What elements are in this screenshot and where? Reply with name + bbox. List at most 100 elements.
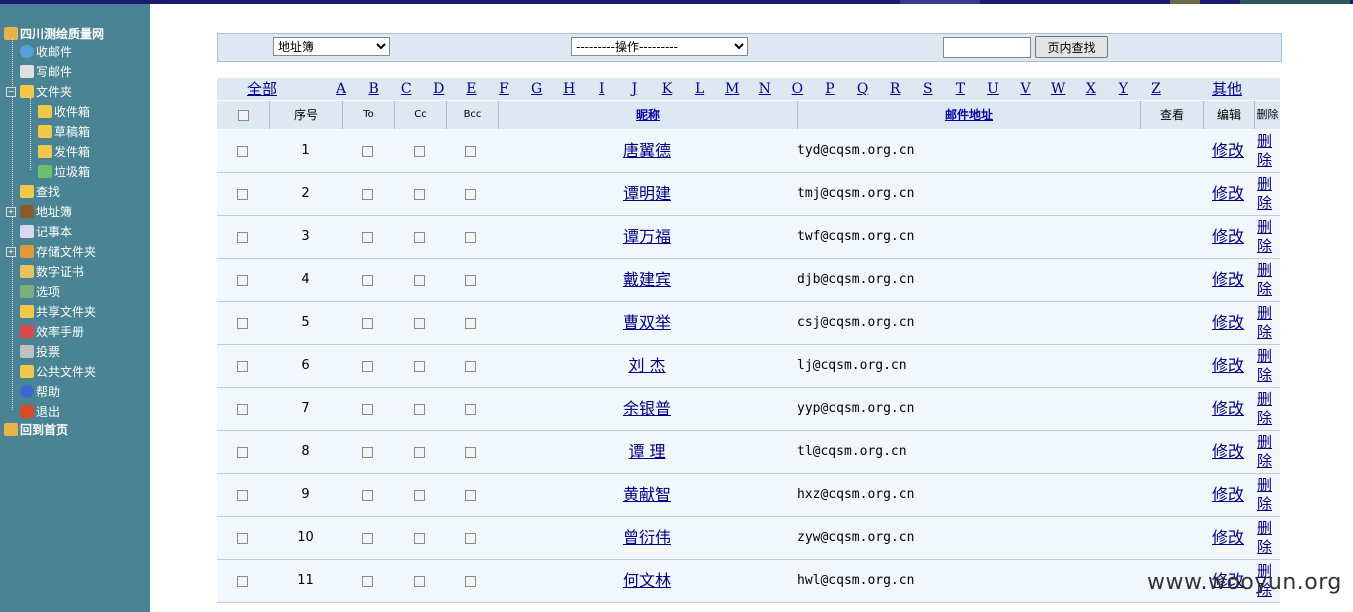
addressbook-select[interactable]: 地址簿 bbox=[273, 37, 390, 56]
edit-link[interactable]: 修改 bbox=[1212, 227, 1244, 246]
to-checkbox[interactable] bbox=[362, 232, 373, 243]
bcc-checkbox[interactable] bbox=[465, 146, 476, 157]
nickname-link[interactable]: 曾衍伟 bbox=[623, 528, 671, 547]
bcc-checkbox[interactable] bbox=[465, 533, 476, 544]
nickname-link[interactable]: 刘 杰 bbox=[628, 356, 665, 375]
to-checkbox[interactable] bbox=[362, 447, 373, 458]
letter-filter-n[interactable]: N bbox=[757, 78, 773, 100]
row-select-checkbox[interactable] bbox=[237, 146, 248, 157]
cc-checkbox[interactable] bbox=[414, 490, 425, 501]
sidebar-item-7[interactable]: 垃圾箱 bbox=[38, 162, 90, 182]
sidebar-item-17[interactable]: 公共文件夹 bbox=[20, 362, 96, 382]
edit-link[interactable]: 修改 bbox=[1212, 485, 1244, 504]
delete-link[interactable]: 删 除 bbox=[1257, 304, 1272, 341]
sidebar-item-11[interactable]: 存储文件夹 + bbox=[6, 242, 96, 262]
bcc-checkbox[interactable] bbox=[465, 361, 476, 372]
to-checkbox[interactable] bbox=[362, 404, 373, 415]
to-checkbox[interactable] bbox=[362, 146, 373, 157]
row-select-checkbox[interactable] bbox=[237, 318, 248, 329]
site-title[interactable]: 四川测绘质量网 bbox=[4, 24, 104, 44]
cc-checkbox[interactable] bbox=[414, 361, 425, 372]
letter-filter-u[interactable]: U bbox=[985, 78, 1001, 100]
cc-checkbox[interactable] bbox=[414, 404, 425, 415]
letter-filter-z[interactable]: Z bbox=[1148, 78, 1164, 100]
delete-link[interactable]: 删 除 bbox=[1257, 519, 1272, 556]
letter-filter-r[interactable]: R bbox=[887, 78, 903, 100]
letter-filter-i[interactable]: I bbox=[594, 78, 610, 100]
sidebar-item-18[interactable]: 帮助 bbox=[20, 382, 60, 402]
letter-filter-t[interactable]: T bbox=[952, 78, 968, 100]
edit-link[interactable]: 修改 bbox=[1212, 141, 1244, 160]
to-checkbox[interactable] bbox=[362, 576, 373, 587]
letter-filter-b[interactable]: B bbox=[366, 78, 382, 100]
sidebar-item-15[interactable]: 效率手册 bbox=[20, 322, 84, 342]
row-select-checkbox[interactable] bbox=[237, 447, 248, 458]
delete-link[interactable]: 删 除 bbox=[1257, 433, 1272, 470]
edit-link[interactable]: 修改 bbox=[1212, 528, 1244, 547]
letter-filter-w[interactable]: W bbox=[1050, 78, 1066, 100]
letter-filter-a[interactable]: A bbox=[333, 78, 349, 100]
row-select-checkbox[interactable] bbox=[237, 361, 248, 372]
sidebar-item-14[interactable]: 共享文件夹 bbox=[20, 302, 96, 322]
delete-link[interactable]: 删 除 bbox=[1257, 476, 1272, 513]
letter-filter-g[interactable]: G bbox=[529, 78, 545, 100]
edit-link[interactable]: 修改 bbox=[1212, 313, 1244, 332]
sidebar-item-4[interactable]: 收件箱 bbox=[38, 102, 90, 122]
edit-link[interactable]: 修改 bbox=[1212, 442, 1244, 461]
delete-link[interactable]: 删 除 bbox=[1257, 261, 1272, 298]
sidebar-item-6[interactable]: 发件箱 bbox=[38, 142, 90, 162]
letter-filter-d[interactable]: D bbox=[431, 78, 447, 100]
page-search-input[interactable] bbox=[943, 37, 1031, 58]
sidebar-item-10[interactable]: 记事本 bbox=[20, 222, 72, 242]
letter-filter-p[interactable]: P bbox=[822, 78, 838, 100]
letter-filter-k[interactable]: K bbox=[659, 78, 675, 100]
to-checkbox[interactable] bbox=[362, 189, 373, 200]
letter-filter-j[interactable]: J bbox=[626, 78, 642, 100]
collapse-icon[interactable]: − bbox=[6, 87, 16, 97]
edit-link[interactable]: 修改 bbox=[1212, 399, 1244, 418]
delete-link[interactable]: 删 除 bbox=[1257, 175, 1272, 212]
nickname-link[interactable]: 曹双举 bbox=[623, 313, 671, 332]
bcc-checkbox[interactable] bbox=[465, 490, 476, 501]
expand-icon[interactable]: + bbox=[6, 247, 16, 257]
row-select-checkbox[interactable] bbox=[237, 189, 248, 200]
letter-filter-all[interactable]: 全部 bbox=[237, 78, 287, 100]
row-select-checkbox[interactable] bbox=[237, 275, 248, 286]
sidebar-item-12[interactable]: 数字证书 bbox=[20, 262, 84, 282]
cc-checkbox[interactable] bbox=[414, 318, 425, 329]
delete-link[interactable]: 删 除 bbox=[1257, 132, 1272, 169]
letter-filter-e[interactable]: E bbox=[463, 78, 479, 100]
cc-checkbox[interactable] bbox=[414, 275, 425, 286]
bcc-checkbox[interactable] bbox=[465, 576, 476, 587]
nickname-link[interactable]: 戴建宾 bbox=[623, 270, 671, 289]
edit-link[interactable]: 修改 bbox=[1212, 184, 1244, 203]
select-all-checkbox[interactable] bbox=[238, 110, 249, 121]
delete-link[interactable]: 删 除 bbox=[1257, 390, 1272, 427]
letter-filter-q[interactable]: Q bbox=[855, 78, 871, 100]
cc-checkbox[interactable] bbox=[414, 146, 425, 157]
nickname-link[interactable]: 黄献智 bbox=[623, 485, 671, 504]
nickname-link[interactable]: 谭 理 bbox=[628, 442, 665, 461]
letter-filter-l[interactable]: L bbox=[692, 78, 708, 100]
to-checkbox[interactable] bbox=[362, 361, 373, 372]
expand-icon[interactable]: + bbox=[6, 207, 16, 217]
cc-checkbox[interactable] bbox=[414, 533, 425, 544]
letter-filter-s[interactable]: S bbox=[920, 78, 936, 100]
row-select-checkbox[interactable] bbox=[237, 404, 248, 415]
sidebar-item-9[interactable]: 地址簿 + bbox=[6, 202, 72, 222]
nickname-link[interactable]: 唐翼德 bbox=[623, 141, 671, 160]
letter-filter-f[interactable]: F bbox=[496, 78, 512, 100]
bcc-checkbox[interactable] bbox=[465, 404, 476, 415]
nickname-link[interactable]: 何文林 bbox=[623, 571, 671, 590]
cc-checkbox[interactable] bbox=[414, 232, 425, 243]
nickname-link[interactable]: 余银普 bbox=[623, 399, 671, 418]
back-to-home-link[interactable]: 回到首页 bbox=[4, 420, 68, 440]
bcc-checkbox[interactable] bbox=[465, 189, 476, 200]
sidebar-item-13[interactable]: 选项 bbox=[20, 282, 60, 302]
sort-by-nickname-link[interactable]: 昵称 bbox=[636, 108, 660, 122]
sidebar-item-8[interactable]: 查找 bbox=[20, 182, 60, 202]
letter-filter-o[interactable]: O bbox=[789, 78, 805, 100]
to-checkbox[interactable] bbox=[362, 490, 373, 501]
to-checkbox[interactable] bbox=[362, 275, 373, 286]
sidebar-item-2[interactable]: 写邮件 bbox=[20, 62, 72, 82]
